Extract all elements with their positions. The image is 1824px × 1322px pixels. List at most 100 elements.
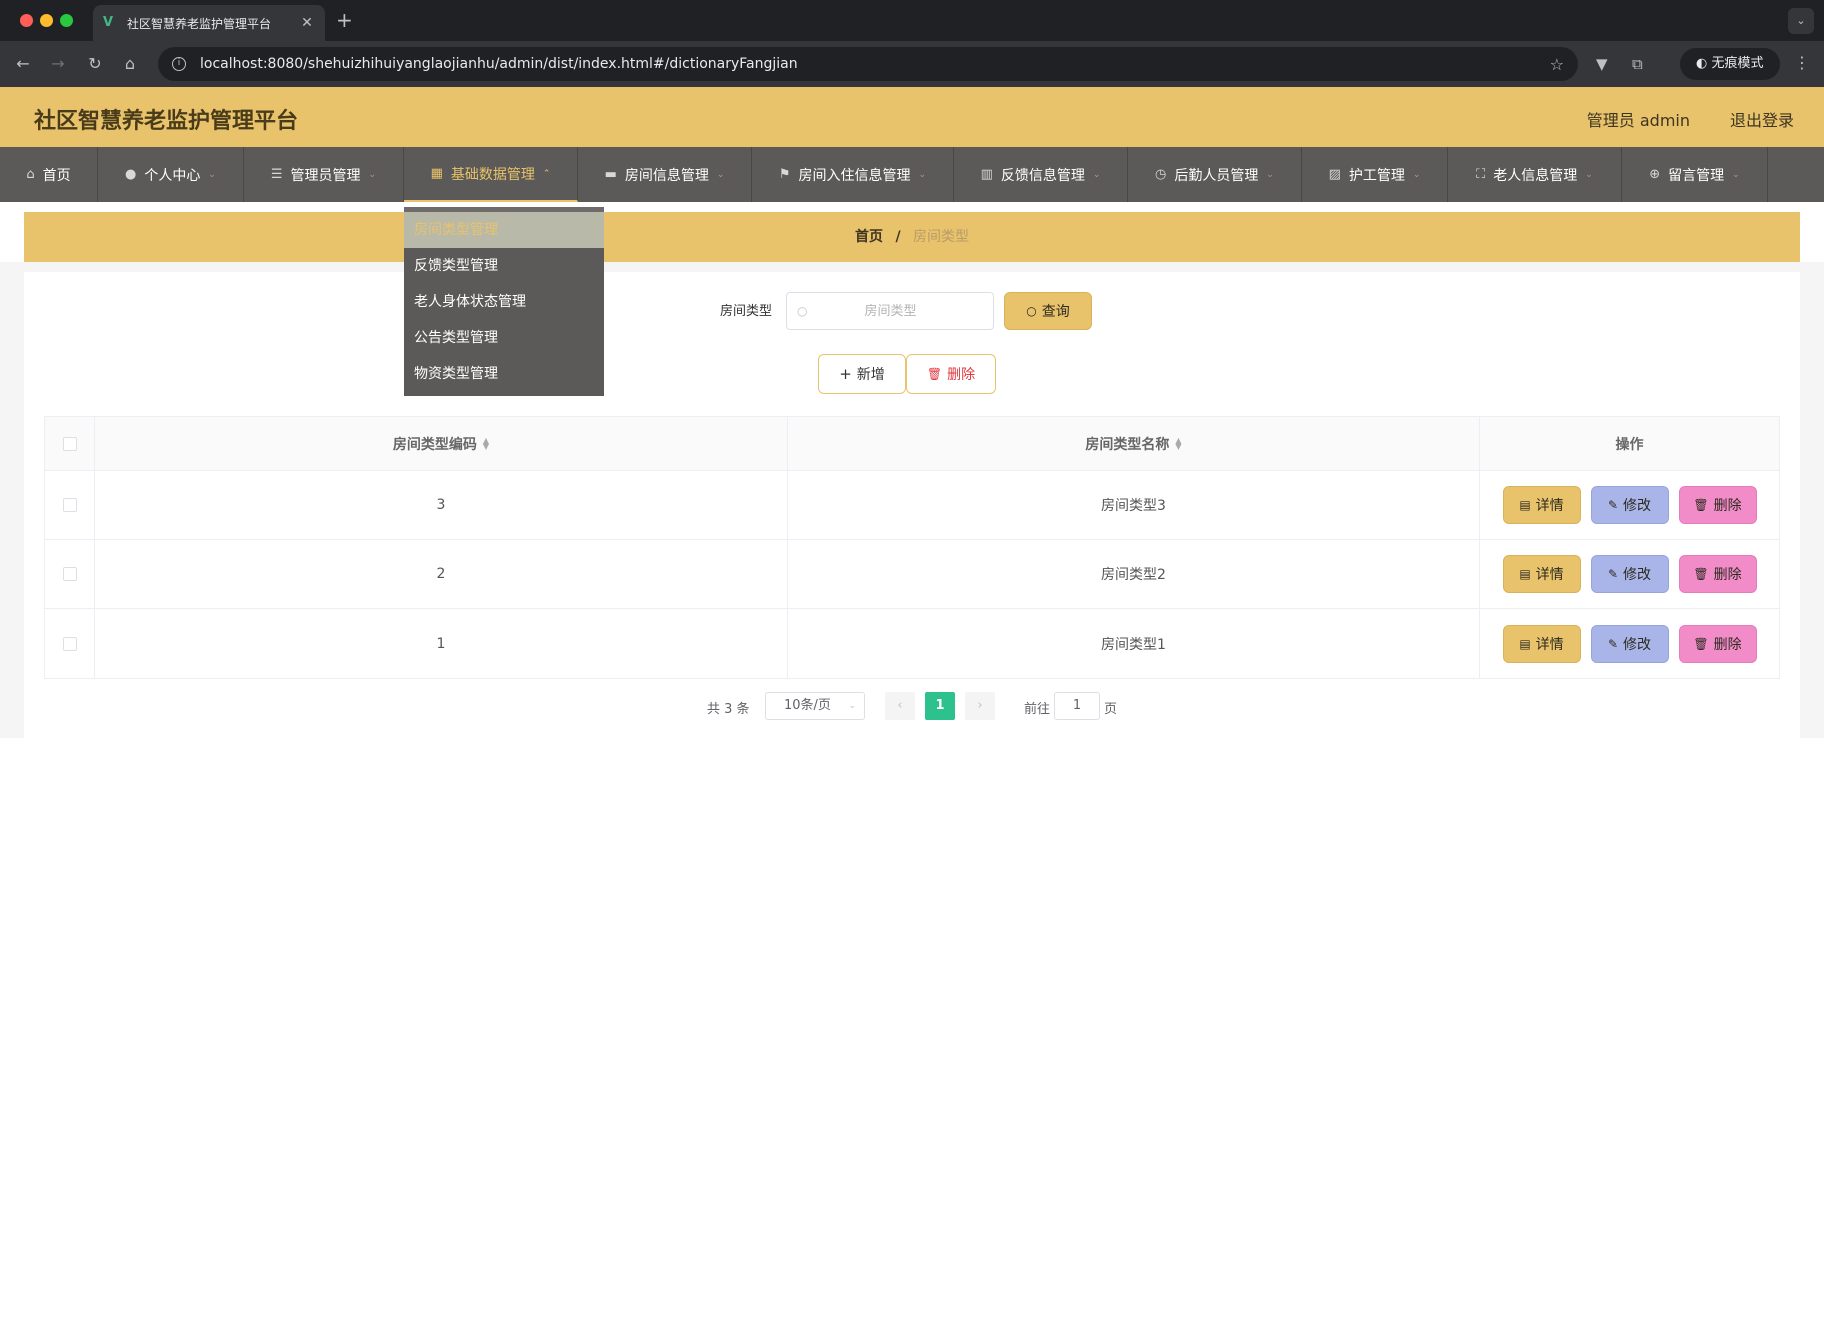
search-icon: ○ xyxy=(1026,304,1037,318)
page-number-current[interactable]: 1 xyxy=(925,692,955,720)
address-bar[interactable]: i localhost:8080/shehuizhihuiyanglaojian… xyxy=(158,47,1578,81)
edit-button[interactable]: ✎ 修改 xyxy=(1590,486,1669,524)
table-row: 1 房间类型1 ▤ 详情 ✎ 修改 🗑 删除 xyxy=(45,609,1779,678)
dropdown-item-health-status[interactable]: 老人身体状态管理 xyxy=(404,284,604,320)
row-checkbox[interactable] xyxy=(62,636,77,651)
basic-data-dropdown: 房间类型管理 反馈类型管理 老人身体状态管理 公告类型管理 物资类型管理 xyxy=(404,207,604,396)
vue-devtools-icon[interactable]: ▼ xyxy=(1596,53,1608,75)
edit-label: 修改 xyxy=(1623,498,1652,514)
sort-icon[interactable]: ▲ ▼ xyxy=(483,436,489,450)
clock-icon: ◷ xyxy=(1155,167,1167,182)
chart-icon: ▥ xyxy=(980,167,993,182)
breadcrumb: 首页 / 房间类型 xyxy=(24,212,1800,262)
cell-name: 房间类型1 xyxy=(788,609,1480,678)
bookmark-star-icon[interactable]: ☆ xyxy=(1550,55,1564,74)
query-button[interactable]: ○ 查询 xyxy=(1004,292,1092,330)
cell-actions: ▤ 详情 ✎ 修改 🗑 删除 xyxy=(1480,540,1779,608)
menu-item-basic-data[interactable]: ▦ 基础数据管理 ⌃ xyxy=(404,147,578,202)
chevron-down-icon: ⌄ xyxy=(1732,169,1740,180)
chevron-down-icon: ⌄ xyxy=(918,169,927,180)
home-button-icon[interactable]: ⌂ xyxy=(119,53,141,75)
batch-delete-button[interactable]: 🗑 删除 xyxy=(906,354,996,394)
close-window-button[interactable] xyxy=(20,14,33,27)
menu-label: 首页 xyxy=(42,167,71,184)
chevron-down-icon: ⌄ xyxy=(1585,169,1593,180)
forward-icon[interactable]: → xyxy=(47,53,69,75)
maximize-window-button[interactable] xyxy=(60,14,73,27)
menu-item-feedback[interactable]: ▥ 反馈信息管理 ⌄ xyxy=(954,147,1128,202)
browser-tab[interactable]: V 社区智慧养老监护管理平台 ✕ xyxy=(93,5,325,41)
cell-actions: ▤ 详情 ✎ 修改 🗑 删除 xyxy=(1480,609,1779,678)
menu-item-home[interactable]: ⌂ 首页 xyxy=(0,147,98,202)
edit-button[interactable]: ✎ 修改 xyxy=(1590,624,1669,663)
menu-item-room-info[interactable]: ▬ 房间信息管理 ⌄ xyxy=(578,147,752,202)
reload-icon[interactable]: ↻ xyxy=(84,53,106,75)
cell-code: 1 xyxy=(95,609,788,678)
row-checkbox[interactable] xyxy=(62,498,77,512)
menu-label: 基础数据管理 xyxy=(450,166,535,183)
pencil-icon: ✎ xyxy=(1607,636,1619,651)
column-label: 操作 xyxy=(1615,436,1644,453)
logout-link[interactable]: 退出登录 xyxy=(1730,107,1794,131)
menu-item-admin[interactable]: ☰ 管理员管理 ⌄ xyxy=(244,147,404,202)
delete-button[interactable]: 🗑 删除 xyxy=(1678,555,1757,593)
search-input[interactable] xyxy=(815,303,966,319)
menu-label: 老人信息管理 xyxy=(1493,167,1578,184)
trash-icon: 🗑 xyxy=(1693,498,1709,512)
close-tab-icon[interactable]: ✕ xyxy=(299,15,315,31)
incognito-icon: ◐ xyxy=(1696,56,1712,71)
column-header-name[interactable]: 房间类型名称 ▲ ▼ xyxy=(788,417,1480,470)
breadcrumb-home[interactable]: 首页 xyxy=(855,229,883,245)
menu-item-messages[interactable]: ⊕ 留言管理 ⌄ xyxy=(1622,147,1768,202)
page-size-select[interactable]: 10条/页 ⌄ xyxy=(765,692,865,720)
dropdown-item-supply-type[interactable]: 物资类型管理 xyxy=(404,356,604,392)
prev-page-button[interactable]: ‹ xyxy=(885,692,915,720)
delete-button[interactable]: 🗑 删除 xyxy=(1678,624,1757,663)
trash-icon: 🗑 xyxy=(1693,636,1709,651)
chevron-down-icon: ⌄ xyxy=(368,169,377,180)
chevron-down-icon: ⌄ xyxy=(1412,169,1421,180)
menu-item-elderly[interactable]: ⛶ 老人信息管理 ⌄ xyxy=(1448,147,1622,202)
back-icon[interactable]: ← xyxy=(12,53,34,75)
vue-logo-icon: V xyxy=(103,15,114,30)
select-all-checkbox[interactable] xyxy=(62,436,77,451)
incognito-badge[interactable]: ◐ 无痕模式 xyxy=(1680,48,1780,80)
goto-label: 前往 xyxy=(1024,702,1051,717)
cell-name: 房间类型2 xyxy=(788,540,1480,608)
dropdown-item-notice-type[interactable]: 公告类型管理 xyxy=(404,320,604,356)
detail-button[interactable]: ▤ 详情 xyxy=(1502,624,1581,663)
dropdown-item-feedback-type[interactable]: 反馈类型管理 xyxy=(404,248,604,284)
extensions-icon[interactable]: ⧉ xyxy=(1632,53,1643,75)
column-header-code[interactable]: 房间类型编码 ▲ ▼ xyxy=(95,417,788,470)
menu-label: 护工管理 xyxy=(1348,167,1405,184)
menu-item-logistics[interactable]: ◷ 后勤人员管理 ⌄ xyxy=(1128,147,1302,202)
user-icon: ● xyxy=(125,167,137,182)
search-field[interactable]: ○ xyxy=(786,292,994,330)
next-page-button[interactable]: › xyxy=(965,692,995,720)
detail-button[interactable]: ▤ 详情 xyxy=(1502,486,1581,524)
browser-menu-icon[interactable]: ⋮ xyxy=(1794,53,1810,72)
home-icon: ⌂ xyxy=(26,167,35,182)
detail-label: 详情 xyxy=(1535,498,1564,514)
row-checkbox[interactable] xyxy=(62,567,77,581)
grid-icon: ▦ xyxy=(430,166,443,181)
menu-label: 反馈信息管理 xyxy=(1000,167,1085,184)
app-title: 社区智慧养老监护管理平台 xyxy=(34,109,299,134)
site-info-icon[interactable]: i xyxy=(172,57,186,71)
tab-search-icon[interactable]: ⌄ xyxy=(1788,8,1814,34)
detail-button[interactable]: ▤ 详情 xyxy=(1502,555,1581,593)
add-button[interactable]: + 新增 xyxy=(818,354,906,394)
new-tab-icon[interactable]: + xyxy=(336,8,353,32)
goto-page-input[interactable]: 1 xyxy=(1054,692,1100,720)
menu-item-profile[interactable]: ● 个人中心 ⌄ xyxy=(98,147,244,202)
breadcrumb-separator: / xyxy=(895,229,901,245)
sort-icon[interactable]: ▲ ▼ xyxy=(1175,436,1181,450)
menu-item-checkin[interactable]: ⚑ 房间入住信息管理 ⌄ xyxy=(752,147,954,202)
menu-item-caregiver[interactable]: ▨ 护工管理 ⌄ xyxy=(1302,147,1448,202)
query-label: 查询 xyxy=(1041,304,1070,320)
edit-button[interactable]: ✎ 修改 xyxy=(1590,555,1669,593)
delete-button[interactable]: 🗑 删除 xyxy=(1678,486,1757,524)
pencil-icon: ✎ xyxy=(1607,567,1619,581)
minimize-window-button[interactable] xyxy=(40,14,53,27)
dropdown-item-room-type[interactable]: 房间类型管理 xyxy=(404,212,604,248)
